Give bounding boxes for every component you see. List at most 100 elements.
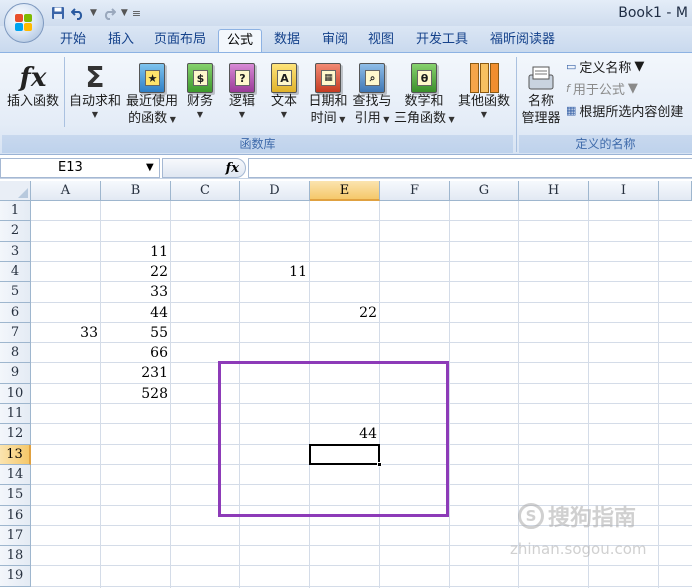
- gridline-horizontal: [31, 220, 692, 221]
- row-header-11[interactable]: 11: [0, 404, 31, 424]
- redo-icon[interactable]: [101, 5, 117, 21]
- use-in-formula-button[interactable]: f 用于公式 ▼: [566, 79, 638, 98]
- recent-functions-button[interactable]: ★ 最近使用 的函数 ▼: [124, 57, 180, 127]
- cell-b10[interactable]: 528: [101, 384, 171, 404]
- define-name-dropdown-icon[interactable]: ▼: [634, 59, 644, 74]
- row-header-14[interactable]: 14: [0, 465, 31, 485]
- financial-dropdown-icon[interactable]: ▼: [184, 110, 216, 120]
- tab-view[interactable]: 视图: [360, 29, 402, 52]
- customize-toolbar-icon[interactable]: ≡: [132, 7, 141, 20]
- create-from-selection-button[interactable]: ▦ 根据所选内容创建: [566, 101, 683, 120]
- row-header-7[interactable]: 7: [0, 323, 31, 343]
- tab-insert[interactable]: 插入: [100, 29, 142, 52]
- math-dropdown-icon[interactable]: ▼: [446, 115, 455, 124]
- logical-label: 逻辑: [228, 94, 255, 109]
- row-header-6[interactable]: 6: [0, 303, 31, 323]
- title-bar: ▼ ▼ ≡ Book1 - M: [0, 0, 692, 26]
- row-header-18[interactable]: 18: [0, 546, 31, 566]
- financial-button[interactable]: $ 财务 ▼: [184, 57, 216, 120]
- formula-input[interactable]: [248, 158, 692, 178]
- cell-b3[interactable]: 11: [101, 242, 171, 262]
- cell-a7[interactable]: 33: [31, 323, 101, 343]
- column-header-a[interactable]: A: [31, 181, 101, 201]
- cell-e6[interactable]: 22: [310, 303, 380, 323]
- column-header-c[interactable]: C: [171, 181, 240, 201]
- cell-d4[interactable]: 11: [240, 262, 310, 282]
- row-header-16[interactable]: 16: [0, 506, 31, 526]
- column-header-partial[interactable]: [659, 181, 692, 201]
- tab-data[interactable]: 数据: [266, 29, 308, 52]
- autosum-dropdown-icon[interactable]: ▼: [67, 110, 123, 120]
- save-icon[interactable]: [50, 5, 66, 21]
- datetime-dropdown-icon[interactable]: ▼: [337, 115, 345, 124]
- name-manager-button[interactable]: 名称 管理器: [519, 57, 563, 127]
- column-header-e[interactable]: E: [310, 181, 380, 201]
- insert-function-button[interactable]: fx 插入函数: [4, 57, 62, 110]
- gridline-vertical: [449, 201, 450, 588]
- define-name-label: 定义名称: [579, 61, 632, 76]
- logical-dropdown-icon[interactable]: ▼: [226, 110, 258, 120]
- lookup-reference-button[interactable]: ⌕ 查找与 引用 ▼: [350, 57, 394, 127]
- cell-b5[interactable]: 33: [101, 282, 171, 302]
- use-in-formula-dropdown-icon[interactable]: ▼: [628, 81, 638, 96]
- fill-handle[interactable]: [377, 462, 382, 467]
- cell-b9[interactable]: 231: [101, 363, 171, 383]
- cell-b8[interactable]: 66: [101, 343, 171, 363]
- datetime-book-icon: ▦: [315, 63, 341, 93]
- row-header-13[interactable]: 13: [0, 445, 31, 465]
- function-library-group-label: 函数库: [2, 135, 513, 153]
- office-button[interactable]: [4, 3, 44, 43]
- lookup-dropdown-icon[interactable]: ▼: [381, 115, 389, 124]
- row-header-2[interactable]: 2: [0, 221, 31, 242]
- row-header-3[interactable]: 3: [0, 242, 31, 262]
- tab-foxit-reader[interactable]: 福昕阅读器: [482, 29, 563, 52]
- sogou-logo-icon: S: [518, 503, 544, 529]
- tab-page-layout[interactable]: 页面布局: [146, 29, 214, 52]
- column-header-g[interactable]: G: [450, 181, 519, 201]
- name-box[interactable]: E13: [0, 158, 160, 178]
- row-header-10[interactable]: 10: [0, 384, 31, 404]
- undo-icon[interactable]: [70, 5, 86, 21]
- column-header-i[interactable]: I: [589, 181, 659, 201]
- tab-developer[interactable]: 开发工具: [408, 29, 476, 52]
- cell-b4[interactable]: 22: [101, 262, 171, 282]
- row-header-9[interactable]: 9: [0, 363, 31, 384]
- cell-b6[interactable]: 44: [101, 303, 171, 323]
- active-cell-border[interactable]: [309, 444, 380, 465]
- row-header-15[interactable]: 15: [0, 485, 31, 506]
- text-dropdown-icon[interactable]: ▼: [268, 110, 300, 120]
- cell-b7[interactable]: 55: [101, 323, 171, 343]
- row-header-8[interactable]: 8: [0, 343, 31, 363]
- autosum-label: 自动求和: [68, 94, 121, 109]
- tab-review[interactable]: 审阅: [314, 29, 356, 52]
- row-header-5[interactable]: 5: [0, 282, 31, 303]
- math-label-1: 数学和: [404, 94, 444, 109]
- column-header-d[interactable]: D: [240, 181, 310, 201]
- row-header-19[interactable]: 19: [0, 566, 31, 587]
- column-header-b[interactable]: B: [101, 181, 171, 201]
- tab-home[interactable]: 开始: [52, 29, 94, 52]
- column-header-h[interactable]: H: [519, 181, 589, 201]
- row-header-12[interactable]: 12: [0, 424, 31, 445]
- column-header-f[interactable]: F: [380, 181, 450, 201]
- recent-book-icon: ★: [139, 63, 165, 93]
- math-trig-button[interactable]: θ 数学和 三角函数 ▼: [394, 57, 455, 127]
- text-functions-button[interactable]: A 文本 ▼: [268, 57, 300, 120]
- row-header-17[interactable]: 17: [0, 526, 31, 546]
- datetime-button[interactable]: ▦ 日期和 时间 ▼: [306, 57, 350, 127]
- select-all-button[interactable]: [0, 181, 31, 201]
- name-box-dropdown-icon[interactable]: ▼: [146, 158, 154, 178]
- more-functions-button[interactable]: 其他函数 ▼: [456, 57, 512, 120]
- logical-button[interactable]: ? 逻辑 ▼: [226, 57, 258, 120]
- redo-dropdown-icon[interactable]: ▼: [121, 8, 128, 18]
- define-name-button[interactable]: ▭ 定义名称 ▼: [566, 57, 644, 76]
- row-header-4[interactable]: 4: [0, 262, 31, 282]
- recent-dropdown-icon[interactable]: ▼: [167, 115, 176, 124]
- insert-function-fx-icon[interactable]: fx: [226, 159, 239, 178]
- tab-formulas[interactable]: 公式: [218, 29, 263, 52]
- undo-dropdown-icon[interactable]: ▼: [90, 8, 97, 18]
- row-header-1[interactable]: 1: [0, 201, 31, 221]
- more-functions-dropdown-icon[interactable]: ▼: [456, 110, 512, 120]
- watermark-url: zhinan.sogou.com: [510, 540, 647, 558]
- autosum-button[interactable]: Σ 自动求和 ▼: [67, 57, 123, 120]
